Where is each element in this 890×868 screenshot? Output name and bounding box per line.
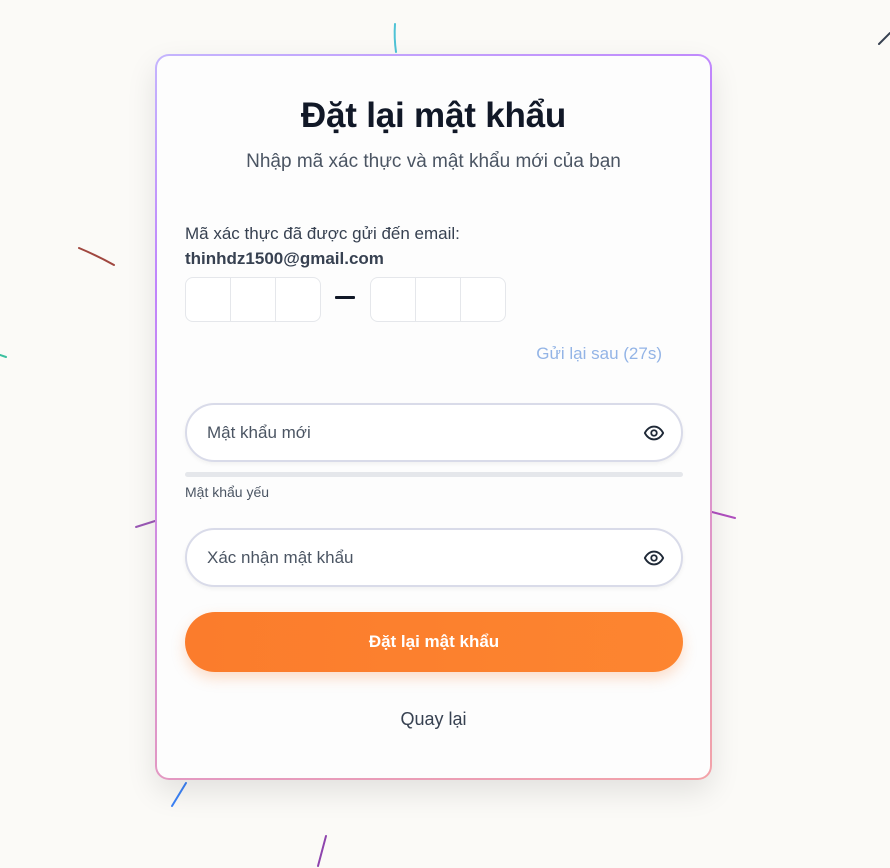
- otp-digit-3[interactable]: [276, 278, 320, 321]
- confirm-password-field: [185, 528, 683, 587]
- new-password-field: [185, 403, 683, 462]
- new-password-input[interactable]: [207, 405, 617, 460]
- reset-password-card: Đặt lại mật khẩu Nhập mã xác thực và mật…: [155, 54, 712, 780]
- verification-email: thinhdz1500@gmail.com: [185, 249, 384, 268]
- verification-label: Mã xác thực đã được gửi đến email:: [185, 224, 460, 243]
- resend-code-link[interactable]: Gửi lại sau (27s): [536, 344, 662, 364]
- password-strength-label: Mật khẩu yếu: [185, 484, 270, 500]
- otp-digit-6[interactable]: [461, 278, 505, 321]
- otp-separator: [335, 296, 355, 299]
- page-subtitle: Nhập mã xác thực và mật khẩu mới của bạn: [246, 151, 621, 172]
- otp-group-second: [370, 277, 506, 322]
- otp-digit-4[interactable]: [371, 278, 416, 321]
- otp-group-first: [185, 277, 321, 322]
- otp-digit-5[interactable]: [416, 278, 461, 321]
- confirm-password-input[interactable]: [207, 530, 617, 585]
- reset-password-button[interactable]: Đặt lại mật khẩu: [185, 612, 683, 672]
- password-strength-bar: [185, 472, 683, 477]
- otp-digit-2[interactable]: [231, 278, 276, 321]
- page-title: Đặt lại mật khẩu: [300, 96, 567, 135]
- eye-icon[interactable]: [643, 547, 665, 569]
- back-link[interactable]: Quay lại: [157, 709, 710, 730]
- otp-digit-1[interactable]: [186, 278, 231, 321]
- card-body: Đặt lại mật khẩu Nhập mã xác thực và mật…: [157, 56, 710, 778]
- eye-icon[interactable]: [643, 422, 665, 444]
